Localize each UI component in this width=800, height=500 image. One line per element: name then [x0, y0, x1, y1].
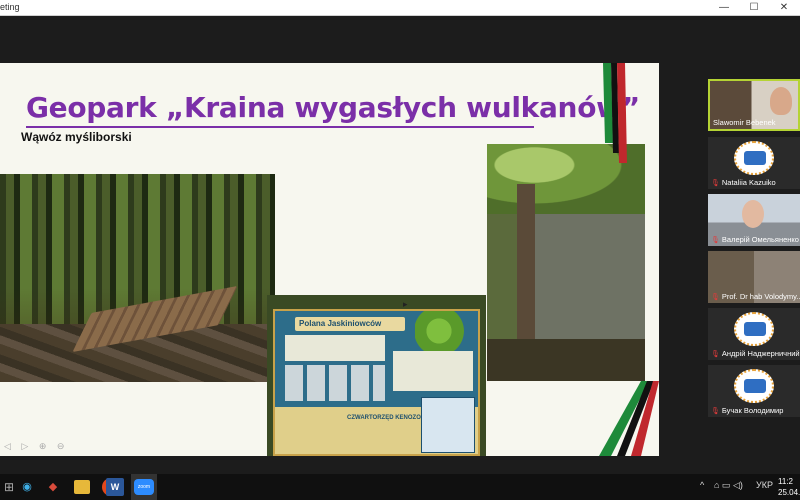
minimize-button[interactable]: —	[712, 0, 736, 16]
participant-tile-5[interactable]: 🎙 Андрій Наджерничний	[708, 308, 800, 360]
participant-name: Slawomir Bebenek	[713, 118, 776, 127]
clock[interactable]: 11:2 25.04.2	[778, 476, 800, 498]
window-titlebar: eting — ☐ ✕	[0, 0, 800, 16]
participant-name: 🎙 Валерій Омельяненко	[711, 235, 799, 244]
board-text-block	[285, 335, 385, 361]
tray-icons[interactable]: ⌂ ▭ ◁)	[714, 480, 743, 491]
tree-trunk	[517, 184, 535, 354]
board-diagram	[285, 365, 385, 401]
participant-tile-4[interactable]: 🎙 Prof. Dr hab Volodymy...	[708, 251, 800, 303]
screen: eting — ☐ ✕ Geopark „Kraina wygasłych wu…	[0, 0, 800, 500]
close-button[interactable]: ✕	[772, 0, 796, 16]
participant-face	[770, 87, 792, 115]
mic-muted-icon: 🎙	[711, 180, 720, 187]
start-icon[interactable]: ⊞	[0, 478, 18, 496]
profile-logo-icon	[734, 141, 774, 175]
participant-name: 🎙 Prof. Dr hab Volodymy...	[711, 292, 800, 301]
info-board-photo: Polana Jaskiniowców CZWARTORZĘD KENOZOIK	[267, 295, 486, 456]
edge-icon[interactable]: ◉	[18, 478, 36, 496]
board-era-label: CZWARTORZĘD KENOZOIK	[347, 415, 427, 421]
slide-title: Geopark „Kraina wygasłych wulkanów”	[26, 91, 640, 124]
profile-logo-icon	[734, 369, 774, 403]
participant-tile-6[interactable]: 🎙 Бучак Володимир	[708, 365, 800, 417]
task-view-icon[interactable]: ◆	[44, 478, 62, 496]
participant-face	[742, 200, 764, 228]
board-map	[421, 397, 475, 453]
file-explorer-icon[interactable]	[74, 480, 90, 494]
zoom-icon[interactable]: zoom	[134, 479, 154, 495]
mic-muted-icon: 🎙	[711, 294, 720, 301]
slide-subtitle: Wąwóz myśliborski	[21, 130, 132, 144]
decorative-stripes	[599, 63, 659, 456]
participant-tile-1[interactable]: Slawomir Bebenek	[708, 79, 800, 131]
participant-name: 🎙 Андрій Наджерничний	[711, 349, 800, 358]
tray-overflow-icon[interactable]: ^	[700, 480, 704, 490]
profile-logo-icon	[734, 312, 774, 346]
info-board: Polana Jaskiniowców CZWARTORZĘD KENOZOIK	[273, 309, 480, 456]
mic-muted-icon: 🎙	[711, 237, 720, 244]
clock-time: 11:2	[778, 477, 793, 486]
participant-tile-2[interactable]: 🎙 Nataliia Kazuiko	[708, 137, 800, 189]
board-header: Polana Jaskiniowców	[295, 317, 405, 331]
forest-bridge-photo	[0, 174, 275, 382]
slide-controls[interactable]: ◁ ▷ ⊕ ⊖	[4, 441, 68, 452]
language-indicator[interactable]: УКР	[756, 480, 773, 490]
mic-muted-icon: 🎙	[711, 351, 720, 358]
participant-tile-3[interactable]: 🎙 Валерій Омельяненко	[708, 194, 800, 246]
meeting-area: Geopark „Kraina wygasłych wulkanów” Wąwó…	[0, 16, 800, 474]
mouse-cursor-icon: ▸	[403, 299, 408, 309]
board-leaves	[415, 311, 475, 351]
clock-date: 25.04.2	[778, 488, 800, 497]
participant-name: 🎙 Nataliia Kazuiko	[711, 178, 776, 187]
word-icon[interactable]: W	[106, 478, 124, 496]
shared-slide: Geopark „Kraina wygasłych wulkanów” Wąwó…	[0, 63, 659, 456]
title-underline	[26, 126, 534, 128]
window-title: eting	[0, 2, 20, 12]
participant-name: 🎙 Бучак Володимир	[711, 406, 784, 415]
board-text-block-2	[393, 351, 473, 391]
mic-muted-icon: 🎙	[711, 408, 720, 415]
taskbar: ⊞ ◉ ◆ W zoom ^ ⌂ ▭ ◁) УКР 11:2 25.04.2	[0, 474, 800, 500]
maximize-button[interactable]: ☐	[742, 0, 766, 16]
